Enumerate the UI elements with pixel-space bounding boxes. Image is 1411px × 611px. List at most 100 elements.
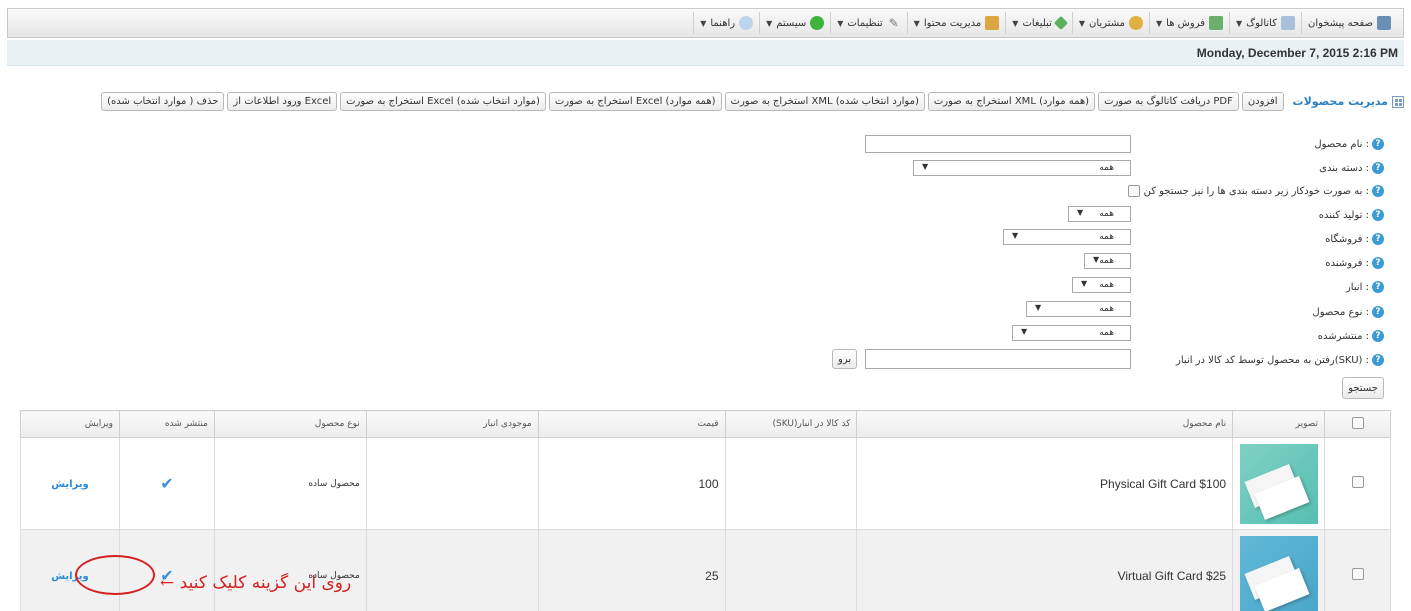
filter-product-name-label: ? نام محصول : xyxy=(1314,138,1384,150)
filter-warehouse-label: ? انبار : xyxy=(1346,281,1384,293)
help-icon: ? xyxy=(1372,209,1384,221)
export-excel-selected-button[interactable]: استخراج به صورت Excel (موارد انتخاب شده) xyxy=(340,92,546,111)
row-checkbox[interactable] xyxy=(1351,568,1364,580)
edit-cell: ویرایش xyxy=(19,437,121,530)
filter-sku-label: ? رفتن به محصول توسط کد کالا در انبار(SK… xyxy=(1176,354,1384,366)
chevron-down-icon: ▼ xyxy=(700,18,707,28)
wrench-icon: ✎ xyxy=(888,16,899,30)
product-type-cell: محصول ساده xyxy=(213,437,367,530)
menu-configuration[interactable]: ✎ تنظیمات ▼ xyxy=(830,12,906,34)
select-all-checkbox[interactable] xyxy=(1351,416,1364,429)
select-all-header xyxy=(1324,410,1391,438)
store-select[interactable]: همه ▼ xyxy=(1003,229,1131,245)
menu-label: تنظیمات xyxy=(847,17,883,29)
column-product-type[interactable]: نوع محصول xyxy=(213,410,367,438)
menu-system[interactable]: سیستم ▼ xyxy=(759,12,830,34)
go-button[interactable]: برو xyxy=(832,349,858,369)
menu-content-management[interactable]: مدیریت محتوا ▼ xyxy=(906,12,1006,34)
column-price[interactable]: قیمت xyxy=(537,410,726,438)
dashboard-icon xyxy=(1377,16,1391,30)
help-icon: ? xyxy=(1372,233,1384,245)
filter-subcategories-label: ? به صورت خودکار زیر دسته بندی ها را نیز… xyxy=(1127,185,1384,197)
chevron-down-icon: ▼ xyxy=(913,18,920,28)
menu-promotions[interactable]: تبلیغات ▼ xyxy=(1005,12,1072,34)
annotation-highlight-circle xyxy=(75,555,155,595)
delete-selected-button[interactable]: حذف ( موارد انتخاب شده) xyxy=(101,92,225,111)
annotation-instruction: روی این گزینه کلیک کنید ← xyxy=(160,573,352,593)
help-icon: ? xyxy=(1372,330,1384,342)
row-checkbox[interactable] xyxy=(1351,476,1364,488)
menu-sales[interactable]: فروش ها ▼ xyxy=(1149,12,1229,34)
add-button[interactable]: افزودن xyxy=(1241,92,1284,111)
chevron-down-icon: ▼ xyxy=(1236,18,1243,28)
product-thumbnail xyxy=(1239,535,1318,611)
dropdown-arrow-icon: ▼ xyxy=(1081,279,1088,288)
dropdown-arrow-icon: ▼ xyxy=(1012,231,1019,240)
category-select[interactable]: همه ▼ xyxy=(913,160,1131,176)
system-icon xyxy=(810,16,825,30)
row-select-cell xyxy=(1324,529,1391,611)
table-row: Virtual Gift Card $25 25 محصول ساده ✔ وی… xyxy=(19,529,1391,611)
column-picture[interactable]: تصویر xyxy=(1232,410,1326,438)
menu-catalog[interactable]: کاتالوگ ▼ xyxy=(1229,12,1301,34)
menu-label: کاتالوگ xyxy=(1246,17,1277,29)
folder-icon xyxy=(985,16,1000,30)
checkmark-icon: ✔ xyxy=(160,474,174,493)
menu-customers[interactable]: مشتریان ▼ xyxy=(1071,12,1149,34)
column-sku[interactable]: کد کالا در انبار(SKU) xyxy=(724,410,858,438)
menu-label: مشتریان xyxy=(1089,17,1126,29)
sku-cell xyxy=(724,437,858,530)
menu-help[interactable]: راهنما ▼ xyxy=(693,12,759,34)
column-published[interactable]: منتشر شده xyxy=(119,410,215,438)
product-type-select[interactable]: همه ▼ xyxy=(1026,301,1131,317)
customers-icon xyxy=(1129,16,1144,30)
warehouse-select[interactable]: همه ▼ xyxy=(1072,277,1131,293)
menu-label: سیستم xyxy=(776,17,807,29)
column-edit[interactable]: ویرایش xyxy=(19,410,121,438)
menu-label: صفحه پیشخوان xyxy=(1307,17,1373,29)
filter-manufacturer-label: ? تولید کننده : xyxy=(1319,209,1384,221)
import-excel-button[interactable]: ورود اطلاعات از Excel xyxy=(227,92,338,111)
export-xml-selected-button[interactable]: استخراج به صورت XML (موارد انتخاب شده) xyxy=(724,92,925,111)
dropdown-arrow-icon: ▼ xyxy=(1093,255,1100,264)
help-icon: ? xyxy=(1372,257,1384,269)
stock-cell xyxy=(365,529,539,611)
help-icon: ? xyxy=(1372,185,1384,197)
search-button[interactable]: جستجو xyxy=(1342,377,1384,399)
picture-cell xyxy=(1232,529,1326,611)
current-datetime: Monday, December 7, 2015 2:16 PM xyxy=(1196,46,1398,60)
vendor-select[interactable]: همه ▼ xyxy=(1084,253,1131,269)
stock-cell xyxy=(365,437,539,530)
table-row: Physical Gift Card $100 100 محصول ساده ✔… xyxy=(19,437,1391,530)
sku-cell xyxy=(724,529,858,611)
product-name-cell: Physical Gift Card $100 xyxy=(856,437,1234,530)
filter-vendor-label: ? فروشنده : xyxy=(1325,257,1384,269)
export-xml-all-button[interactable]: استخراج به صورت XML (همه موارد) xyxy=(927,92,1096,111)
menu-label: مدیریت محتوا xyxy=(923,17,982,29)
dropdown-arrow-icon: ▼ xyxy=(1035,303,1042,312)
chevron-down-icon: ▼ xyxy=(766,18,773,28)
published-select[interactable]: همه ▼ xyxy=(1012,325,1131,341)
download-pdf-catalog-button[interactable]: دریافت کاتالوگ به صورت PDF xyxy=(1098,92,1239,111)
edit-link[interactable]: ویرایش xyxy=(51,479,89,490)
product-name-input[interactable] xyxy=(865,135,1131,153)
chevron-down-icon: ▼ xyxy=(1012,18,1019,28)
chevron-down-icon: ▼ xyxy=(1078,18,1086,28)
product-thumbnail xyxy=(1239,443,1318,524)
export-excel-all-button[interactable]: استخراج به صورت Excel (همه موارد) xyxy=(548,92,722,111)
promotions-icon xyxy=(1053,15,1068,31)
table-header-row: تصویر نام محصول کد کالا در انبار(SKU) قی… xyxy=(19,410,1391,438)
help-icon: ? xyxy=(1372,281,1384,293)
sku-input[interactable] xyxy=(865,349,1131,369)
column-stock[interactable]: موجودی انبار xyxy=(365,410,539,438)
filter-store-label: ? فروشگاه : xyxy=(1325,233,1384,245)
products-toolbar: مدیریت محصولات افزودن دریافت کاتالوگ به … xyxy=(101,92,1404,111)
menu-dashboard[interactable]: صفحه پیشخوان xyxy=(1300,12,1397,34)
search-subcategories-checkbox[interactable] xyxy=(1127,185,1140,197)
column-name[interactable]: نام محصول xyxy=(856,410,1234,438)
manufacturer-select[interactable]: همه ▼ xyxy=(1068,206,1131,222)
chevron-down-icon: ▼ xyxy=(837,18,844,28)
dropdown-arrow-icon: ▼ xyxy=(1021,327,1028,336)
sales-icon xyxy=(1209,16,1224,30)
published-cell: ✔ xyxy=(119,437,215,530)
